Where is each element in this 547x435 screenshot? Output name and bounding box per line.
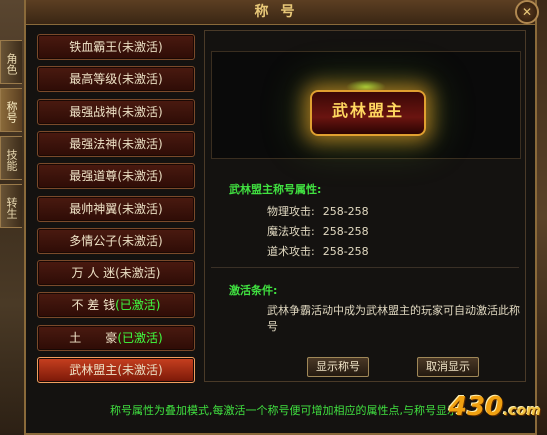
title-name: 万 人 迷: [71, 266, 116, 281]
attribute-row: 物理攻击: 258-258: [267, 203, 369, 219]
title-item[interactable]: 最强道尊(未激活): [37, 163, 195, 190]
title-status: (未激活): [117, 104, 163, 119]
title-item[interactable]: 不 差 钱(已激活): [37, 292, 195, 319]
show-title-button[interactable]: 显示称号: [307, 357, 369, 377]
attribute-row: 道术攻击: 258-258: [267, 243, 369, 259]
footer-note: 称号属性为叠加模式,每激活一个称号便可增加相应的属性点,与称号显示: [110, 404, 458, 417]
attribute-value: 258-258: [322, 245, 369, 258]
title-item[interactable]: 最帅神翼(未激活): [37, 195, 195, 222]
title-item[interactable]: 铁血霸王(未激活): [37, 34, 195, 60]
title-name: 土 豪: [69, 330, 118, 345]
site-watermark-logo: 430.com: [449, 392, 541, 422]
title-name: 不 差 钱: [71, 298, 116, 313]
title-name: 多情公子: [69, 233, 118, 248]
title-item[interactable]: 万 人 迷(未激活): [37, 260, 195, 287]
title-status: (未激活): [117, 363, 163, 377]
attribute-label: 魔法攻击:: [267, 225, 315, 238]
side-tab[interactable]: 角色: [0, 40, 22, 84]
hide-title-button[interactable]: 取消显示: [417, 357, 479, 377]
title-status: (未激活): [117, 233, 163, 248]
title-item[interactable]: 武林盟主(未激活): [37, 357, 195, 383]
title-window: 称号 ✕ 铁血霸王(未激活) 最高等级(未激活) 最强战神(未激活) 最强法神(未激活…: [24, 0, 539, 435]
title-status: (未激活): [117, 169, 163, 184]
title-item[interactable]: 最强战神(未激活): [37, 98, 195, 125]
title-status: (未激活): [117, 40, 163, 54]
title-item[interactable]: 多情公子(未激活): [37, 227, 195, 254]
title-name: 最强战神: [69, 104, 118, 119]
title-name: 武林盟主: [69, 363, 118, 377]
watermark-main: 430: [448, 392, 504, 422]
title-name: 铁血霸王: [69, 40, 118, 54]
side-tab[interactable]: 技能: [0, 136, 22, 180]
title-name: 最强道尊: [69, 169, 118, 184]
condition-heading: 激活条件:: [229, 284, 278, 297]
divider: [211, 267, 519, 268]
title-name: 最高等级: [69, 72, 118, 87]
title-status: (已激活): [115, 298, 161, 313]
attribute-label: 物理攻击:: [267, 205, 315, 218]
title-name: 最强法神: [69, 136, 118, 151]
attribute-value: 258-258: [322, 225, 369, 238]
title-status: (未激活): [117, 72, 163, 87]
title-status: (已激活): [117, 330, 163, 345]
title-status: (未激活): [117, 136, 163, 151]
title-item[interactable]: 最高等级(未激活): [37, 66, 195, 93]
condition-text: 武林争霸活动中成为武林盟主的玩家可自动激活此称号: [267, 304, 520, 333]
title-list: 铁血霸王(未激活) 最高等级(未激活) 最强战神(未激活) 最强法神(未激活) 最强道尊…: [34, 30, 199, 383]
title-detail-panel: 武林盟主 武林盟主称号属性: 物理攻击: 258-258 魔法攻击: 258-258 道…: [204, 30, 526, 382]
title-preview: 武林盟主: [211, 51, 521, 159]
attribute-label: 道术攻击:: [267, 245, 315, 258]
attributes-heading: 武林盟主称号属性:: [229, 183, 322, 196]
title-item[interactable]: 最强法神(未激活): [37, 130, 195, 157]
side-tab[interactable]: 转生: [0, 184, 22, 228]
side-tab[interactable]: 称号: [0, 88, 22, 132]
title-emblem: 武林盟主: [310, 90, 426, 136]
title-name: 最帅神翼: [69, 201, 118, 216]
title-status: (未激活): [115, 266, 161, 281]
window-title: 称号: [26, 0, 535, 25]
title-item[interactable]: 土 豪(已激活): [37, 324, 195, 351]
watermark-suffix: .com: [503, 403, 541, 419]
attribute-row: 魔法攻击: 258-258: [267, 223, 369, 239]
title-status: (未激活): [117, 201, 163, 216]
attribute-value: 258-258: [322, 205, 369, 218]
close-button[interactable]: ✕: [515, 0, 539, 24]
close-icon: ✕: [521, 5, 533, 19]
side-tabs: 角色 称号 技能 转生: [0, 40, 24, 232]
